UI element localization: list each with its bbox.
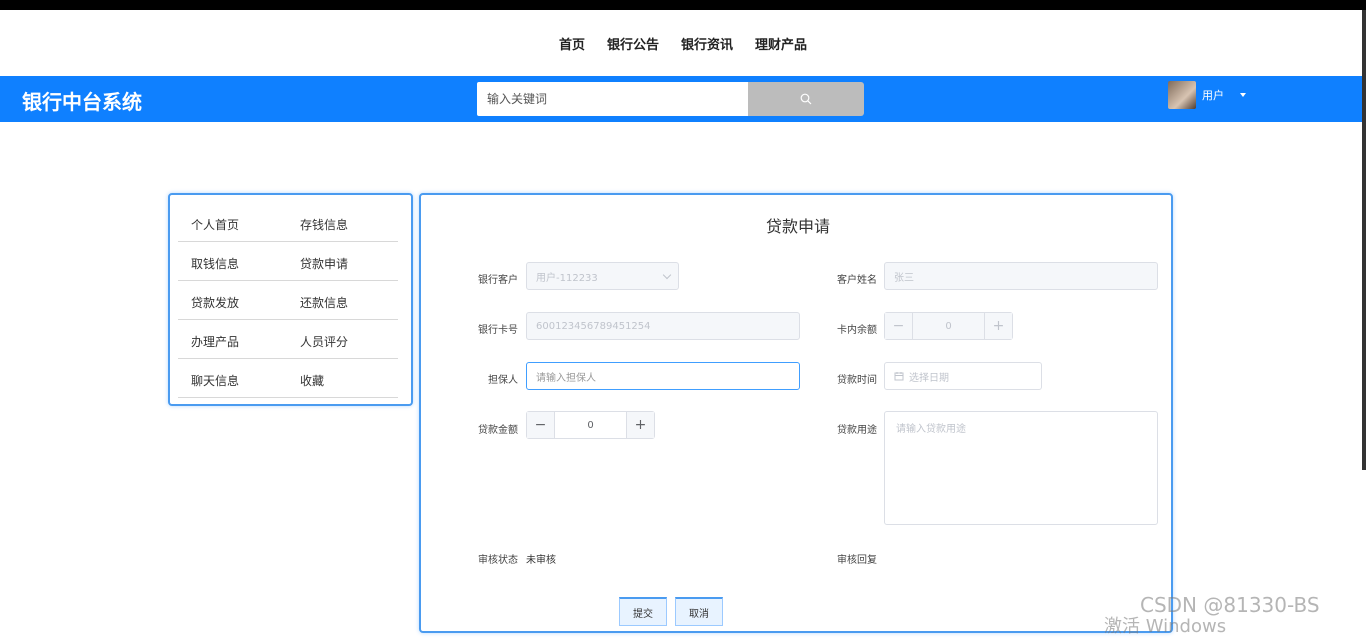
sidebar-item-personal-home[interactable]: 个人首页 xyxy=(191,216,239,233)
search-icon xyxy=(800,93,812,105)
sidebar-item-staff-rating[interactable]: 人员评分 xyxy=(300,333,348,350)
submit-button[interactable]: 提交 xyxy=(619,597,667,626)
customer-name-label: 客户姓名 xyxy=(837,275,877,286)
search-input[interactable] xyxy=(477,82,748,116)
loan-purpose-textarea[interactable]: 请输入贷款用途 xyxy=(884,411,1158,525)
loan-amount-label: 贷款金额 xyxy=(478,425,518,436)
nav-home[interactable]: 首页 xyxy=(559,34,585,53)
loan-amount-stepper[interactable]: − 0 + xyxy=(526,411,655,439)
customer-name-field[interactable]: 张三 xyxy=(884,262,1158,290)
loan-purpose-placeholder: 请输入贷款用途 xyxy=(896,424,966,435)
bank-customer-label: 银行客户 xyxy=(478,275,518,286)
loan-date-picker[interactable]: 选择日期 xyxy=(884,362,1042,390)
sidebar-menu: 个人首页 存钱信息 取钱信息 贷款申请 贷款发放 还款信息 办理产品 人员评分 … xyxy=(168,193,413,406)
nav-bank-news[interactable]: 银行资讯 xyxy=(681,34,733,53)
menu-row: 贷款发放 还款信息 xyxy=(178,281,398,320)
top-navigation: 首页 银行公告 银行资讯 理财产品 xyxy=(0,10,1366,76)
header-bar: 银行中台系统 用户 xyxy=(0,76,1364,122)
sidebar-item-chat-info[interactable]: 聊天信息 xyxy=(191,372,239,389)
nav-finance-products[interactable]: 理财产品 xyxy=(755,34,807,53)
bank-customer-value: 用户-112233 xyxy=(536,272,598,284)
sidebar-item-loan-disbursement[interactable]: 贷款发放 xyxy=(191,294,239,311)
site-title: 银行中台系统 xyxy=(22,90,142,114)
menu-row: 取钱信息 贷款申请 xyxy=(178,242,398,281)
caret-down-icon xyxy=(1240,93,1246,97)
bank-card-value: 600123456789451254 xyxy=(536,320,651,332)
loan-time-label: 贷款时间 xyxy=(837,375,877,386)
customer-name-value: 张三 xyxy=(894,272,914,284)
sidebar-item-repayment-info[interactable]: 还款信息 xyxy=(300,294,348,311)
sidebar-item-favorites[interactable]: 收藏 xyxy=(300,372,324,389)
calendar-icon xyxy=(894,372,904,381)
sidebar-item-deposit-info[interactable]: 存钱信息 xyxy=(300,216,348,233)
card-balance-value: 0 xyxy=(913,313,984,339)
menu-row: 个人首页 存钱信息 xyxy=(178,203,398,242)
nav-bank-notice[interactable]: 银行公告 xyxy=(607,34,659,53)
card-balance-stepper[interactable]: − 0 + xyxy=(884,312,1013,340)
bank-customer-select[interactable]: 用户-112233 xyxy=(526,262,679,290)
sidebar-item-loan-application[interactable]: 贷款申请 xyxy=(300,255,348,272)
chevron-down-icon xyxy=(662,270,672,280)
loan-application-panel: 贷款申请 银行客户 用户-112233 客户姓名 张三 银行卡号 6001234… xyxy=(419,193,1173,633)
scrollbar[interactable] xyxy=(1362,10,1366,470)
avatar xyxy=(1168,81,1196,109)
cancel-button[interactable]: 取消 xyxy=(675,597,723,626)
guarantor-input[interactable]: 请输入担保人 xyxy=(526,362,800,390)
decrement-button[interactable]: − xyxy=(527,412,555,438)
bank-card-label: 银行卡号 xyxy=(478,325,518,336)
review-status-value: 未审核 xyxy=(526,555,556,566)
windows-activation-watermark: 激活 Windows xyxy=(1104,616,1227,637)
decrement-button[interactable]: − xyxy=(885,313,913,339)
loan-amount-value: 0 xyxy=(587,419,594,431)
loan-time-placeholder: 选择日期 xyxy=(909,372,949,384)
review-reply-label: 审核回复 xyxy=(837,555,877,566)
user-label: 用户 xyxy=(1202,89,1224,102)
guarantor-label: 担保人 xyxy=(488,375,518,386)
sidebar-item-withdraw-info[interactable]: 取钱信息 xyxy=(191,255,239,272)
page-title: 贷款申请 xyxy=(765,217,830,236)
search-button[interactable] xyxy=(748,82,864,116)
window-top-bar xyxy=(0,0,1366,10)
bank-card-field[interactable]: 600123456789451254 xyxy=(526,312,800,340)
increment-button[interactable]: + xyxy=(626,412,654,438)
user-menu[interactable]: 用户 xyxy=(1168,81,1246,109)
guarantor-placeholder: 请输入担保人 xyxy=(536,372,596,384)
sidebar-item-handle-products[interactable]: 办理产品 xyxy=(191,333,239,350)
menu-row: 办理产品 人员评分 xyxy=(178,320,398,359)
menu-row: 聊天信息 收藏 xyxy=(178,359,398,398)
review-status-label: 审核状态 xyxy=(478,555,518,566)
increment-button[interactable]: + xyxy=(984,313,1012,339)
card-balance-label: 卡内余额 xyxy=(837,325,877,336)
loan-purpose-label: 贷款用途 xyxy=(837,425,877,436)
